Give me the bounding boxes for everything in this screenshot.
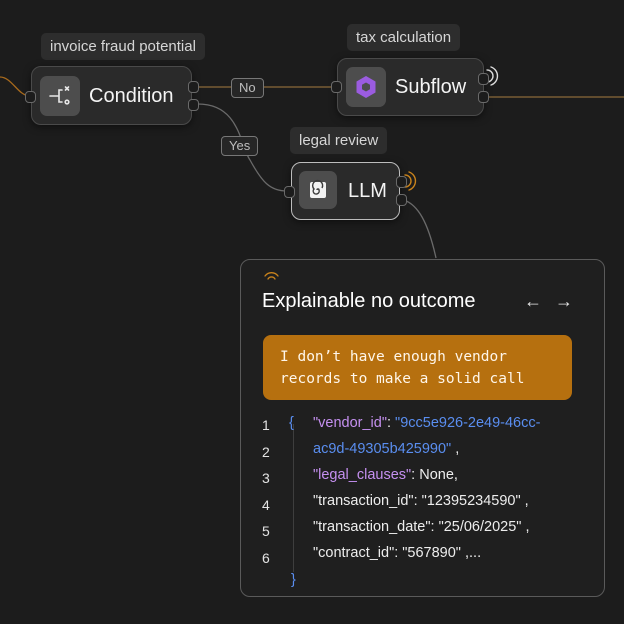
arrow-right-icon[interactable]: → [555,291,573,312]
line-number: 1 [262,417,270,433]
subflow-tag: tax calculation [347,24,461,51]
condition-yes-port[interactable] [188,99,199,111]
vendor-id-separator: : [386,415,396,431]
hexagon-subflow-icon [346,67,386,107]
legal-clauses-key: "legal_clauses" [313,467,412,483]
line-number: 2 [262,444,270,460]
llm-node[interactable]: LLM [291,162,400,220]
branch-condition-icon [40,76,80,116]
subflow-output-port-2[interactable] [478,91,489,103]
llm-output-port-2[interactable] [396,194,407,206]
condition-input-port[interactable] [25,91,36,103]
code-line-transaction-id: "transaction_id": "12395234590" , [313,493,529,509]
line-number: 6 [262,550,270,566]
spiral-llm-icon [299,171,337,209]
code-line-legal-clauses: "legal_clauses": None, [313,467,458,483]
condition-no-port[interactable] [188,81,199,93]
subflow-node[interactable]: Subflow [337,58,484,116]
condition-tag: invoice fraud potential [41,33,205,60]
code-line-vendor-id-cont: ac9d-49305b425990" , [313,441,459,457]
vendor-id-key: "vendor_id" [313,415,387,431]
line-number: 3 [262,470,270,486]
subflow-output-port-1[interactable] [478,73,489,85]
code-indent-guide [293,424,294,572]
condition-node[interactable]: Condition [31,66,192,125]
explanation-panel: Explainable no outcome ← → I don’t have … [240,259,605,597]
arrow-left-icon[interactable]: ← [524,291,542,312]
subflow-label: Subflow [395,76,467,98]
code-line-vendor-id: "vendor_id": "9cc5e926-2e49-46cc- [313,415,540,431]
llm-output-port-1[interactable] [396,176,407,188]
condition-label: Condition [89,85,174,107]
legal-clauses-value: : None, [411,467,458,483]
code-line-contract-id: "contract_id": "567890" ,... [313,545,482,561]
edge-label-no: No [231,78,264,98]
close-brace: } [291,572,296,588]
subflow-input-port[interactable] [331,81,342,93]
line-number: 5 [262,523,270,539]
edge-label-yes: Yes [221,136,259,156]
llm-tag: legal review [290,127,388,154]
panel-title: Explainable no outcome [262,290,476,312]
vendor-id-value-part2: ac9d-49305b425990" [313,441,452,457]
llm-input-port[interactable] [284,186,295,198]
vendor-id-value-part1: "9cc5e926-2e49-46cc- [395,415,541,431]
llm-label: LLM [348,180,387,202]
code-line-transaction-date: "transaction_date": "25/06/2025" , [313,519,530,535]
outcome-message-text: I don’t have enough vendor records to ma… [280,349,525,387]
signal-icon-panel [264,272,279,280]
open-brace: { [289,415,294,431]
vendor-id-comma: , [451,441,460,457]
line-number: 4 [262,497,270,513]
outcome-message: I don’t have enough vendor records to ma… [263,335,572,400]
wire-llm-panel [403,199,437,259]
